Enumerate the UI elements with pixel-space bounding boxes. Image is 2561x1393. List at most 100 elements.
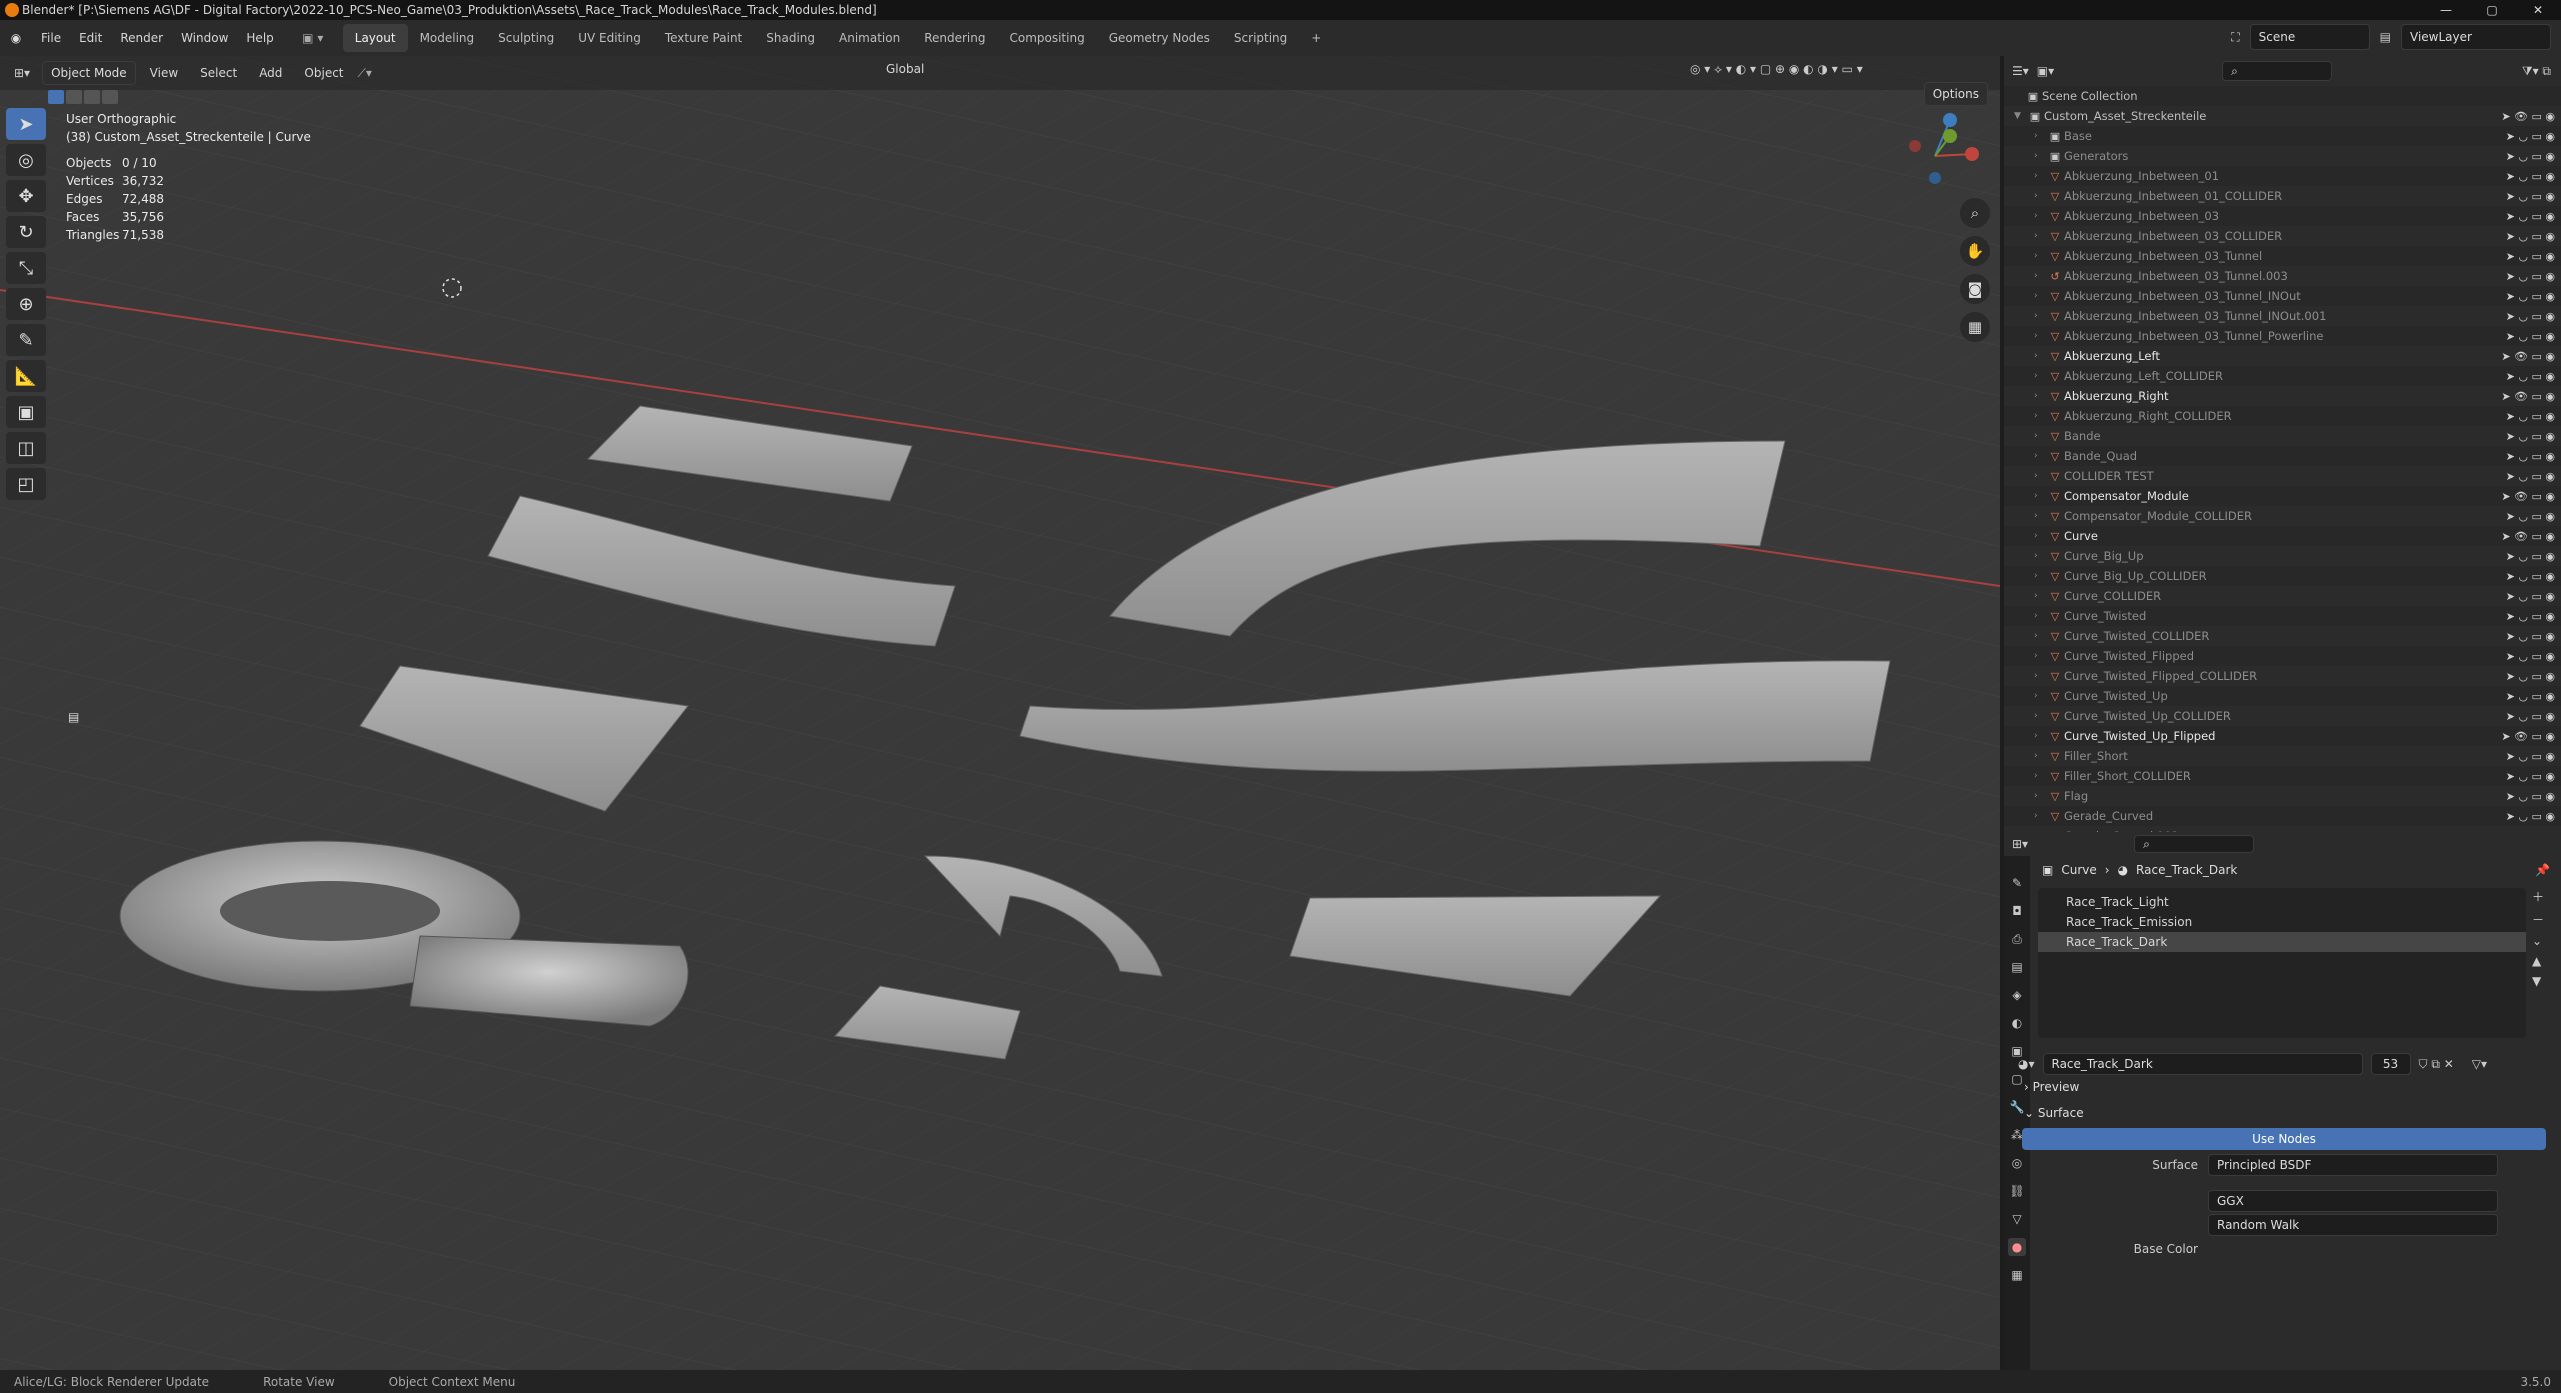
tool-tab-icon[interactable]: ✎ [2008, 874, 2026, 892]
properties-editor-icon[interactable]: ⊞▾ [2012, 837, 2028, 851]
visibility-toggles[interactable]: ➤ ◡ ▭ ◉ [2506, 210, 2555, 223]
menu-add[interactable]: Add [251, 66, 290, 80]
expand-icon[interactable]: › [2034, 131, 2046, 141]
expand-icon[interactable]: › [2034, 691, 2046, 701]
remove-slot-icon[interactable]: － [2532, 911, 2544, 928]
tab-shading[interactable]: Shading [754, 24, 827, 52]
move-tool-icon[interactable]: ✥ [6, 180, 46, 212]
visibility-toggles[interactable]: ➤ 👁 ▭ ◉ [2501, 530, 2555, 543]
outliner-item[interactable]: › ▽ Abkuerzung_Inbetween_01_COLLIDER ➤ ◡ ▭ … [2004, 186, 2561, 206]
expand-icon[interactable]: › [2034, 331, 2046, 341]
cursor-tool-icon[interactable]: ◎ [6, 144, 46, 176]
outliner-item[interactable]: › ▣ Generators ➤ ◡ ▭ ◉ [2004, 146, 2561, 166]
outliner-item[interactable]: › ▽ Abkuerzung_Inbetween_03_COLLIDER ➤ ◡ ▭ … [2004, 226, 2561, 246]
visibility-toggles[interactable]: ➤ ◡ ▭ ◉ [2506, 570, 2555, 583]
link-icon[interactable]: ⟋▾ [358, 66, 372, 81]
outliner-item[interactable]: › ▽ Abkuerzung_Left ➤ 👁 ▭ ◉ [2004, 346, 2561, 366]
expand-icon[interactable]: › [2034, 471, 2046, 481]
visibility-toggles[interactable]: ➤ ◡ ▭ ◉ [2506, 330, 2555, 343]
visibility-toggles[interactable]: ➤ ◡ ▭ ◉ [2506, 790, 2555, 803]
menu-select[interactable]: Select [192, 66, 245, 80]
grid-view-icon[interactable]: ▦ [1960, 312, 1990, 342]
move-slot-down-icon[interactable]: ▼ [2532, 974, 2544, 988]
slot-race-track-dark[interactable]: Race_Track_Dark [2038, 932, 2526, 952]
expand-icon[interactable]: › [2034, 611, 2046, 621]
visibility-toggles[interactable]: ➤ ◡ ▭ ◉ [2506, 190, 2555, 203]
tab-uv-editing[interactable]: UV Editing [566, 24, 653, 52]
tab-sculpting[interactable]: Sculpting [486, 24, 566, 52]
subsurface-method-dropdown[interactable]: Random Walk [2208, 1214, 2498, 1236]
visibility-toggles[interactable]: ➤ 👁 ▭ ◉ [2501, 490, 2555, 503]
outliner-item[interactable]: › ▽ Compensator_Module_COLLIDER ➤ ◡ ▭ ◉ [2004, 506, 2561, 526]
sidebar-toggle-icon[interactable]: ▤ [68, 710, 79, 724]
visibility-toggles[interactable]: ➤ ◡ ▭ ◉ [2506, 170, 2555, 183]
3d-viewport[interactable]: ⊞▾ Object Mode View Select Add Object ⟋▾… [0, 56, 2000, 1370]
visibility-toggles[interactable]: ➤ ◡ ▭ ◉ [2506, 590, 2555, 603]
visibility-toggles[interactable]: ➤ ◡ ▭ ◉ [2506, 430, 2555, 443]
visibility-toggles[interactable]: ➤ ◡ ▭ ◉ [2506, 810, 2555, 823]
outliner-item[interactable]: › ▽ Curve_Big_Up_COLLIDER ➤ ◡ ▭ ◉ [2004, 566, 2561, 586]
outliner-item[interactable]: › ▣ Base ➤ ◡ ▭ ◉ [2004, 126, 2561, 146]
outliner-editor-icon[interactable]: ☰▾ [2012, 64, 2029, 78]
outliner-item[interactable]: › ▽ Bande ➤ ◡ ▭ ◉ [2004, 426, 2561, 446]
expand-icon[interactable]: › [2034, 151, 2046, 161]
expand-icon[interactable]: › [2034, 651, 2046, 661]
expand-icon[interactable]: › [2034, 231, 2046, 241]
move-slot-up-icon[interactable]: ▲ [2532, 954, 2544, 968]
outliner-item[interactable]: › ▽ Abkuerzung_Right ➤ 👁 ▭ ◉ [2004, 386, 2561, 406]
visibility-toggles[interactable]: ➤ ◡ ▭ ◉ [2506, 410, 2555, 423]
menu-help[interactable]: Help [237, 20, 282, 56]
surface-panel[interactable]: ⌄ Surface [2024, 1106, 2548, 1120]
menu-file[interactable]: File [32, 20, 70, 56]
expand-icon[interactable]: › [2034, 271, 2046, 281]
extra-tool-icon[interactable]: ◫ [6, 432, 46, 464]
expand-icon[interactable]: › [2034, 291, 2046, 301]
expand-icon[interactable]: ▼ [2014, 111, 2026, 121]
visibility-toggles[interactable]: ➤ ◡ ▭ ◉ [2506, 450, 2555, 463]
outliner-item[interactable]: › ▽ Curve_Twisted_Up_Flipped ➤ 👁 ▭ ◉ [2004, 726, 2561, 746]
outliner-item[interactable]: › ▽ Abkuerzung_Inbetween_03 ➤ ◡ ▭ ◉ [2004, 206, 2561, 226]
outliner-item[interactable]: › ▽ Gerade_Curved ➤ ◡ ▭ ◉ [2004, 806, 2561, 826]
visibility-toggles[interactable]: ➤ ◡ ▭ ◉ [2506, 310, 2555, 323]
visibility-toggles[interactable]: ➤ ◡ ▭ ◉ [2506, 670, 2555, 683]
outliner-item[interactable]: › ▽ Curve_Twisted_Flipped_COLLIDER ➤ ◡ ▭ ◉ [2004, 666, 2561, 686]
preview-panel[interactable]: › Preview [2024, 1080, 2548, 1094]
scale-tool-icon[interactable]: ⤡ [6, 252, 46, 284]
add-cube-tool-icon[interactable]: ▣ [6, 396, 46, 428]
visibility-toggles[interactable]: ➤ ◡ ▭ ◉ [2506, 250, 2555, 263]
material-tab-icon[interactable]: ● [2008, 1238, 2026, 1256]
expand-icon[interactable]: › [2034, 671, 2046, 681]
outliner-item[interactable]: › ▽ Filler_Short_COLLIDER ➤ ◡ ▭ ◉ [2004, 766, 2561, 786]
outliner-item[interactable]: › ▽ Flag ➤ ◡ ▭ ◉ [2004, 786, 2561, 806]
visibility-toggles[interactable]: ➤ ◡ ▭ ◉ [2506, 710, 2555, 723]
visibility-toggles[interactable]: ➤ 👁 ▭ ◉ [2501, 110, 2555, 123]
slot-race-track-emission[interactable]: Race_Track_Emission [2038, 912, 2526, 932]
visibility-toggles[interactable]: ➤ ◡ ▭ ◉ [2506, 550, 2555, 563]
outliner-item[interactable]: › ▽ Curve_COLLIDER ➤ ◡ ▭ ◉ [2004, 586, 2561, 606]
render-tab-icon[interactable]: ◘ [2008, 902, 2026, 920]
visibility-toggles[interactable]: ➤ ◡ ▭ ◉ [2506, 610, 2555, 623]
maximize-button[interactable]: ▢ [2469, 0, 2515, 20]
use-nodes-button[interactable]: Use Nodes [2022, 1128, 2546, 1150]
expand-icon[interactable]: › [2034, 371, 2046, 381]
visibility-toggles[interactable]: ➤ ◡ ▭ ◉ [2506, 130, 2555, 143]
expand-icon[interactable]: › [2034, 631, 2046, 641]
tab-rendering[interactable]: Rendering [912, 24, 997, 52]
tab-texture-paint[interactable]: Texture Paint [653, 24, 754, 52]
physics-tab-icon[interactable]: ◎ [2008, 1154, 2026, 1172]
rotate-tool-icon[interactable]: ↻ [6, 216, 46, 248]
visibility-toggles[interactable]: ➤ ◡ ▭ ◉ [2506, 470, 2555, 483]
outliner-item[interactable]: › ▽ Curve_Twisted_Flipped ➤ ◡ ▭ ◉ [2004, 646, 2561, 666]
expand-icon[interactable]: › [2034, 511, 2046, 521]
expand-icon[interactable]: › [2034, 731, 2046, 741]
menu-window[interactable]: Window [172, 20, 237, 56]
select-new-icon[interactable] [48, 90, 64, 104]
material-users-count[interactable]: 53 [2370, 1053, 2411, 1075]
menu-edit[interactable]: Edit [70, 20, 111, 56]
options-dropdown[interactable]: Options [1923, 82, 1988, 106]
tab-animation[interactable]: Animation [827, 24, 912, 52]
outliner-item[interactable]: › ▽ Abkuerzung_Inbetween_03_Tunnel ➤ ◡ ▭ ◉ [2004, 246, 2561, 266]
output-tab-icon[interactable]: ⎙ [2008, 930, 2026, 948]
expand-icon[interactable]: › [2034, 431, 2046, 441]
add-slot-icon[interactable]: ＋ [2532, 888, 2544, 905]
